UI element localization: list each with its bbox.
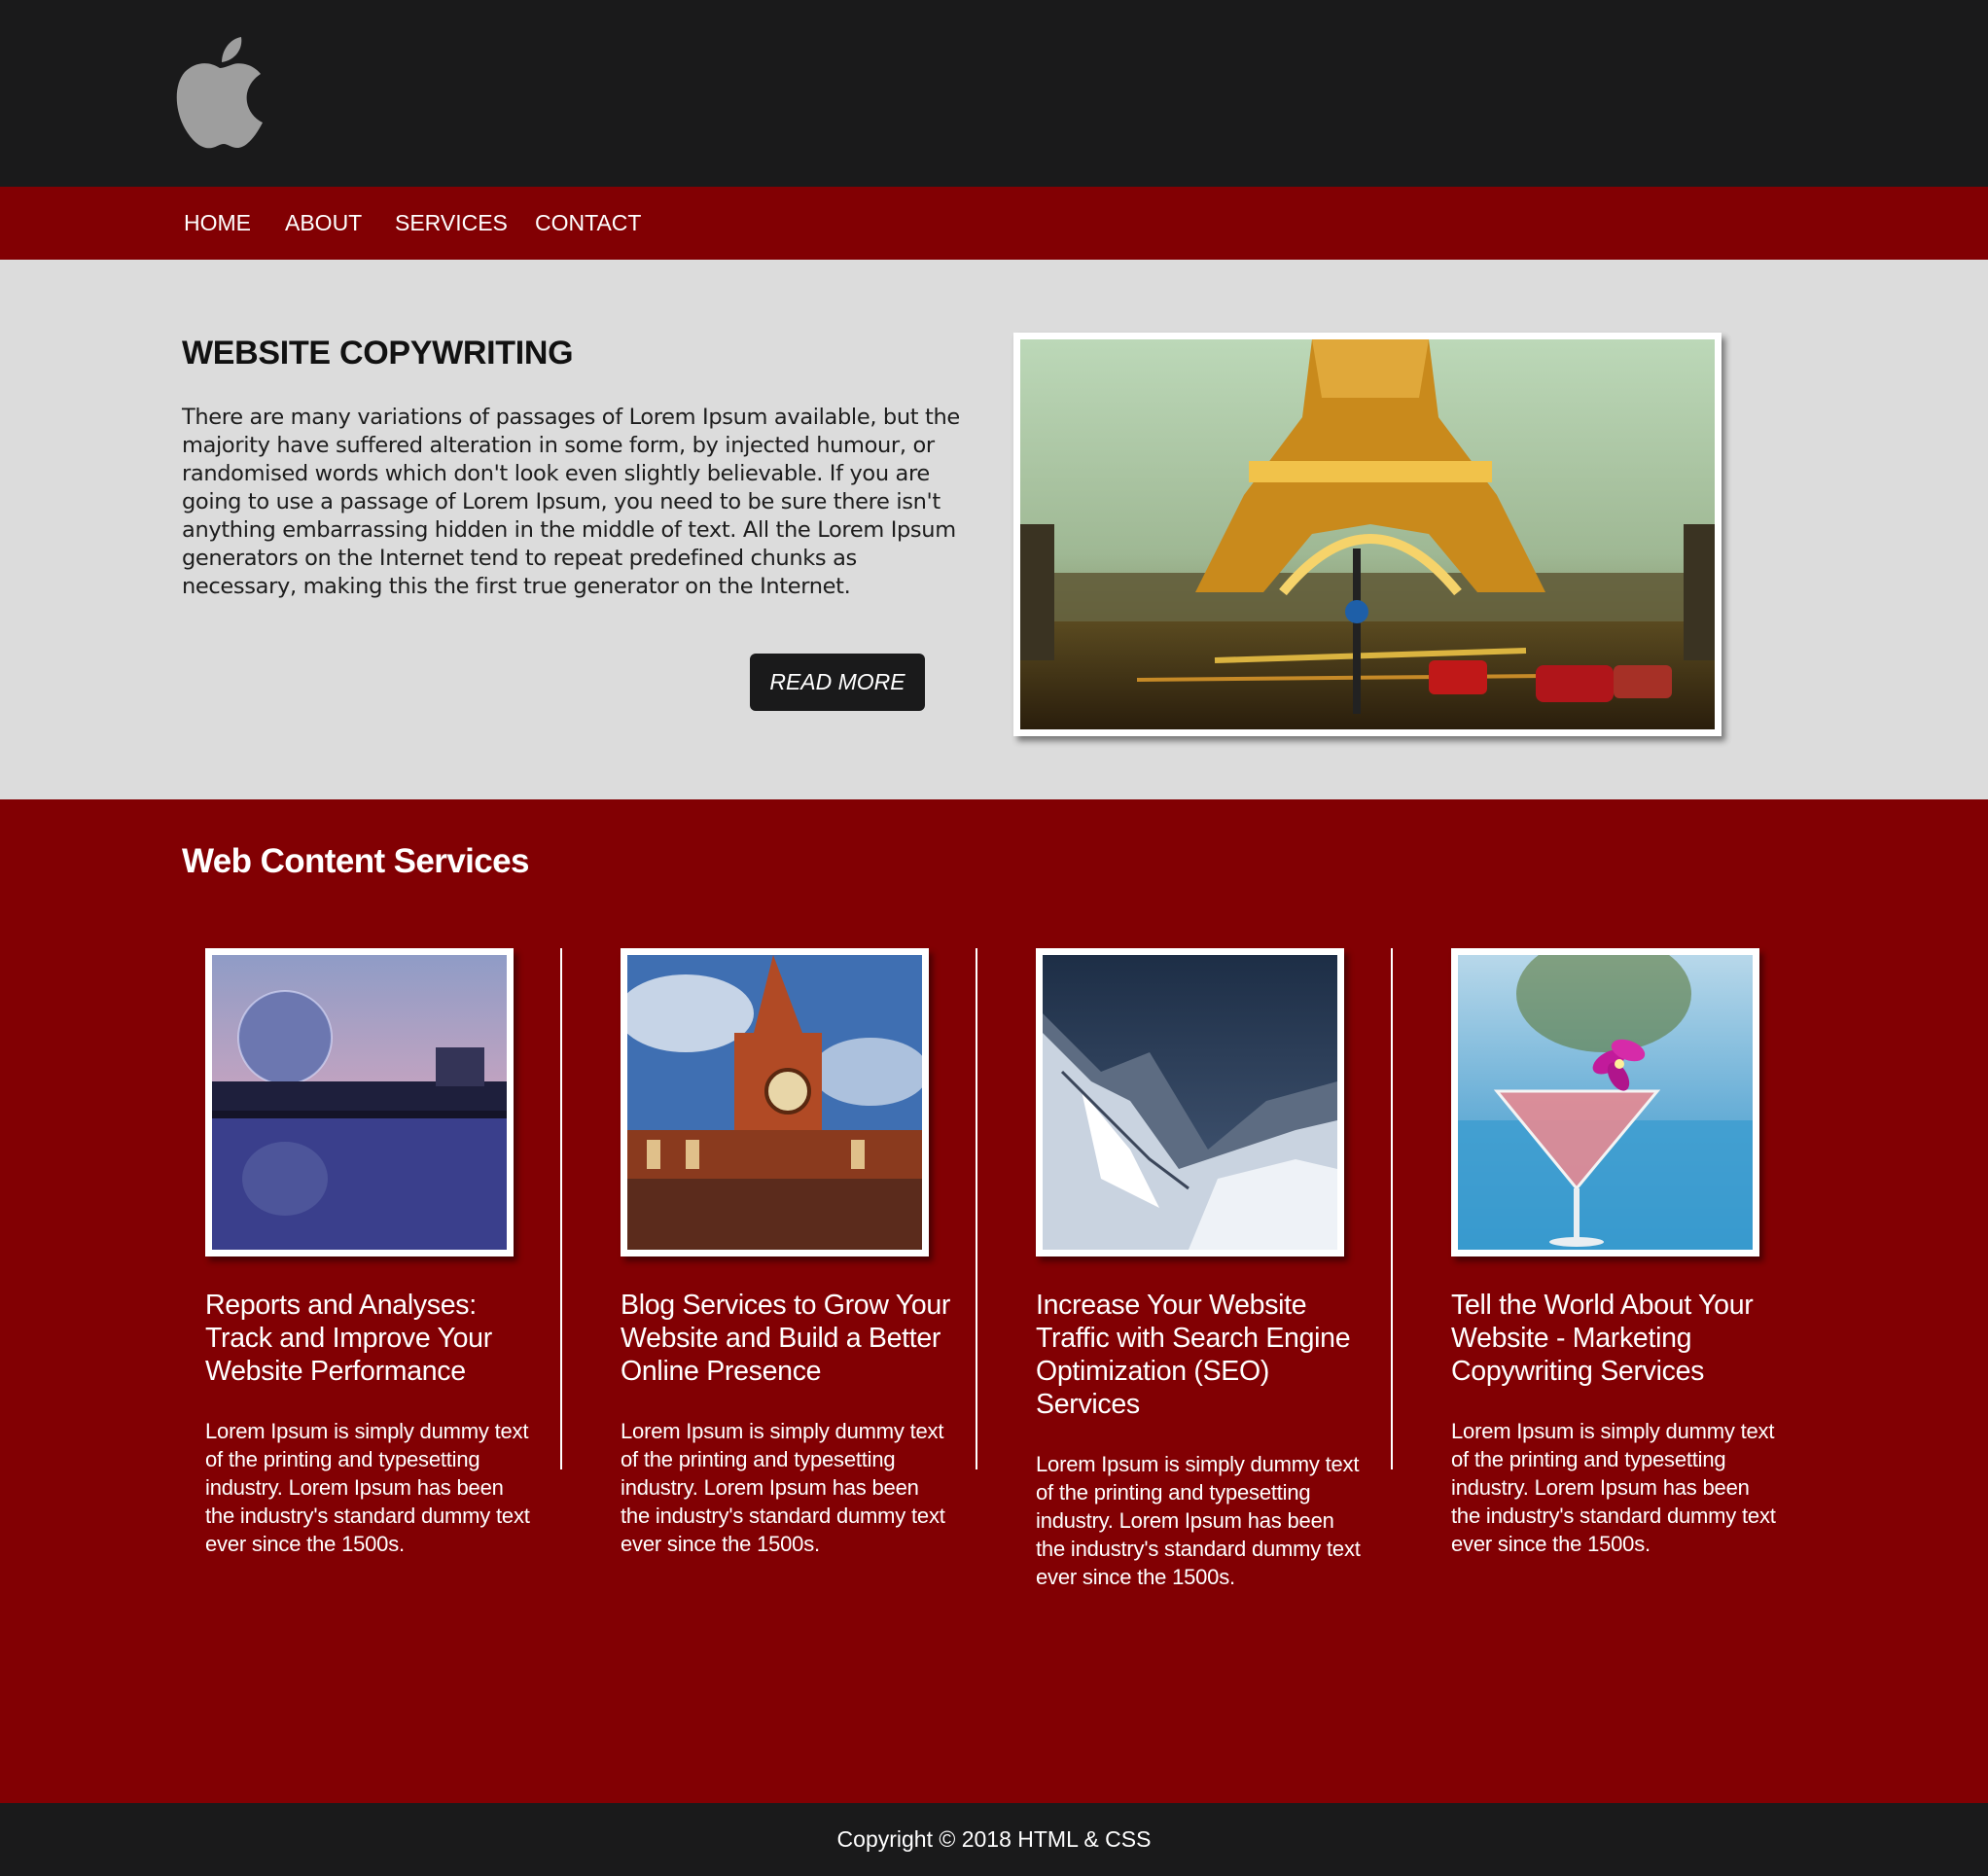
column-divider xyxy=(560,948,562,1469)
nav-home[interactable]: HOME xyxy=(184,187,251,260)
cocktail-with-orchid-photo xyxy=(1451,948,1759,1257)
gothic-clock-tower-photo xyxy=(621,948,929,1257)
service-card: Blog Services to Grow Your Website and B… xyxy=(621,948,951,1558)
apple-logo-icon[interactable] xyxy=(173,35,266,150)
nav-about[interactable]: ABOUT xyxy=(285,187,362,260)
hero-paragraph: There are many variations of passages of… xyxy=(182,405,960,599)
column-divider xyxy=(976,948,977,1469)
service-card-text: Lorem Ipsum is simply dummy text of the … xyxy=(1451,1419,1776,1556)
copyright-text: Copyright © 2018 HTML & CSS xyxy=(836,1826,1152,1852)
service-card-title: Reports and Analyses: Track and Improve … xyxy=(205,1290,492,1387)
service-card-title: Tell the World About Your Website - Mark… xyxy=(1451,1290,1754,1387)
services-title: Web Content Services xyxy=(182,842,530,880)
read-more-button[interactable]: READ MORE xyxy=(750,654,925,711)
service-card-text: Lorem Ipsum is simply dummy text of the … xyxy=(1036,1452,1361,1589)
service-card-text: Lorem Ipsum is simply dummy text of the … xyxy=(205,1419,530,1556)
service-card-text: Lorem Ipsum is simply dummy text of the … xyxy=(621,1419,945,1556)
service-card-title: Blog Services to Grow Your Website and B… xyxy=(621,1290,951,1387)
hero-section: WEBSITE COPYWRITING There are many varia… xyxy=(0,260,1988,799)
hero-title: WEBSITE COPYWRITING xyxy=(182,335,574,372)
science-dome-reflection-photo xyxy=(205,948,514,1257)
column-divider xyxy=(1391,948,1393,1469)
nav-services[interactable]: SERVICES xyxy=(395,187,508,260)
main-nav: HOME ABOUT SERVICES CONTACT xyxy=(0,187,1988,260)
services-section: Web Content Services Reports and Analyse… xyxy=(0,799,1988,1803)
nav-contact[interactable]: CONTACT xyxy=(535,187,641,260)
service-card-title: Increase Your Website Traffic with Searc… xyxy=(1036,1290,1351,1420)
snowy-mountains-photo xyxy=(1036,948,1344,1257)
top-header xyxy=(0,0,1988,187)
eiffel-tower-photo xyxy=(1013,333,1722,736)
service-card: Increase Your Website Traffic with Searc… xyxy=(1036,948,1367,1591)
footer: Copyright © 2018 HTML & CSS xyxy=(0,1803,1988,1869)
service-card: Tell the World About Your Website - Mark… xyxy=(1451,948,1782,1558)
service-card: Reports and Analyses: Track and Improve … xyxy=(205,948,536,1558)
